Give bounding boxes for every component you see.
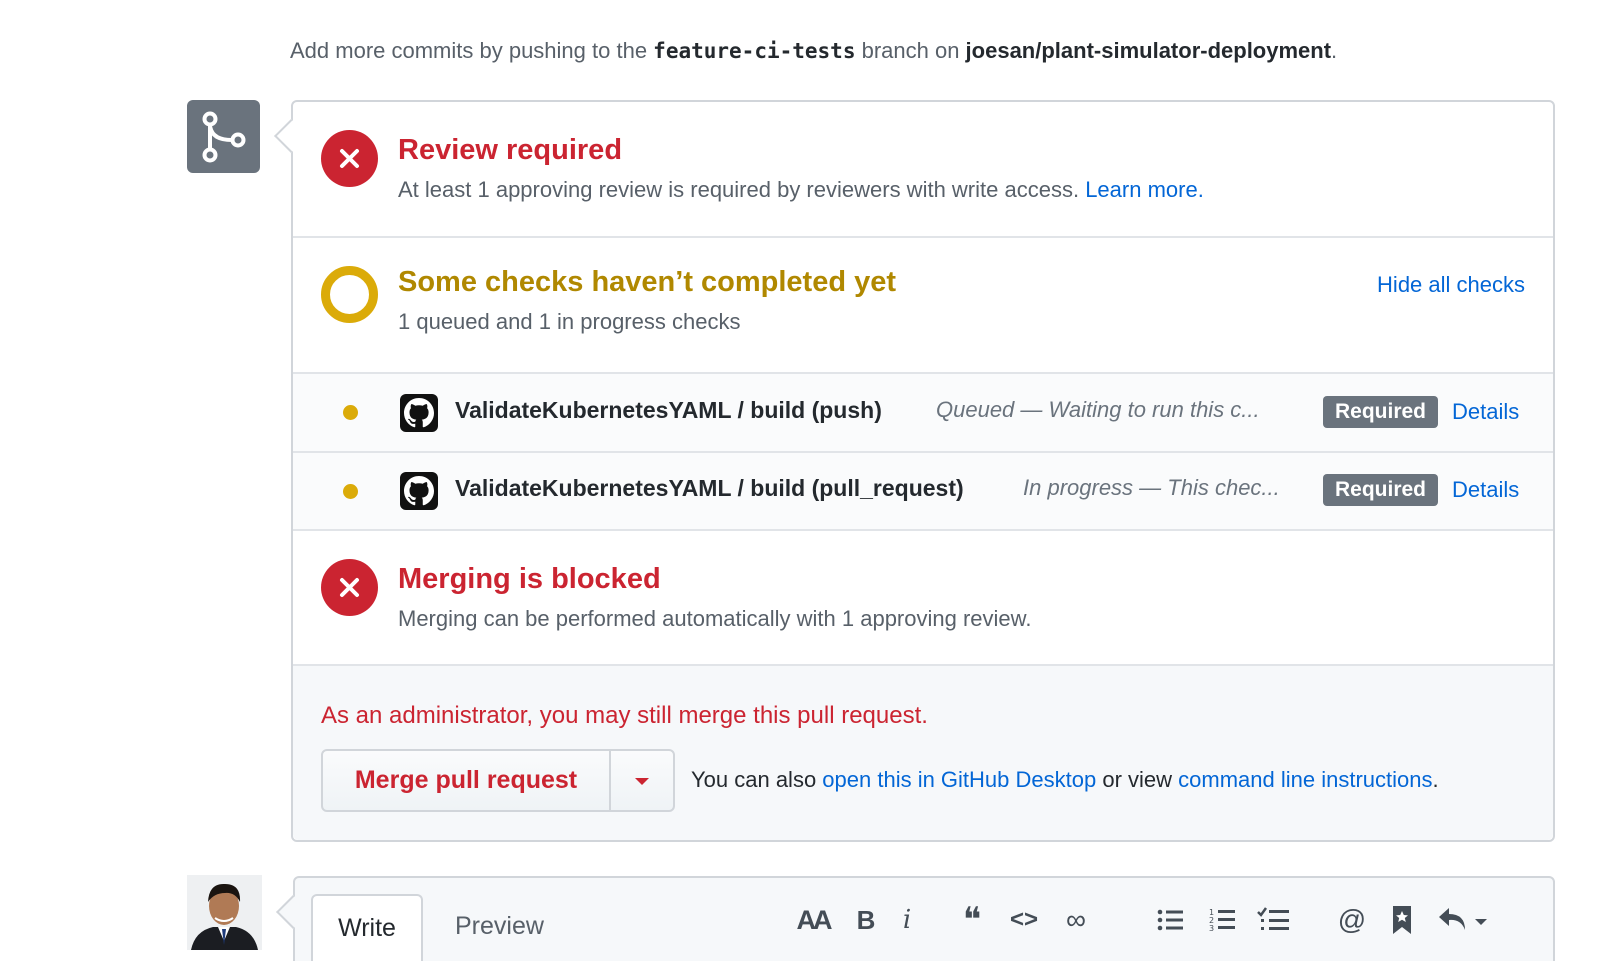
- pending-dot-icon: [343, 405, 358, 420]
- tab-preview[interactable]: Preview: [455, 912, 544, 941]
- admin-merge-section: As an administrator, you may still merge…: [293, 666, 1553, 840]
- comment-editor: Write Preview AA B i ❝ <> ∞ 123 @: [276, 876, 1555, 961]
- hide-all-checks-link[interactable]: Hide all checks: [1377, 272, 1525, 298]
- link-icon[interactable]: ∞: [1059, 900, 1093, 940]
- review-required-title: Review required: [398, 134, 623, 166]
- pending-ring-icon: [321, 266, 378, 323]
- task-list-icon[interactable]: [1253, 900, 1293, 940]
- review-required-section: Review required At least 1 approving rev…: [293, 102, 1553, 238]
- git-merge-icon: [187, 100, 260, 173]
- check-row: ValidateKubernetesYAML / build (pull_req…: [293, 453, 1553, 531]
- caret-down-icon: [635, 778, 649, 785]
- checks-desc: 1 queued and 1 in progress checks: [398, 309, 741, 334]
- check-name: ValidateKubernetesYAML / build (pull_req…: [455, 475, 964, 501]
- check-row: ValidateKubernetesYAML / build (push) Qu…: [293, 374, 1553, 453]
- avatar[interactable]: [187, 875, 262, 950]
- required-badge: Required: [1323, 474, 1438, 506]
- checks-title: Some checks haven’t completed yet: [398, 266, 897, 298]
- github-icon: [400, 394, 438, 432]
- bookmark-icon[interactable]: [1385, 900, 1419, 940]
- review-required-desc: At least 1 approving review is required …: [398, 177, 1204, 202]
- merging-blocked-desc: Merging can be performed automatically w…: [398, 606, 1032, 631]
- command-line-link[interactable]: command line instructions: [1178, 767, 1432, 792]
- github-icon: [400, 472, 438, 510]
- checks-section: Some checks haven’t completed yet 1 queu…: [293, 238, 1553, 374]
- svg-text:3: 3: [1209, 924, 1214, 933]
- check-status: Queued — Waiting to run this c...: [936, 397, 1260, 422]
- unordered-list-icon[interactable]: [1153, 900, 1187, 940]
- details-link[interactable]: Details: [1452, 477, 1519, 503]
- details-link[interactable]: Details: [1452, 399, 1519, 425]
- merge-pull-request-button[interactable]: Merge pull request: [323, 751, 609, 810]
- x-icon: [321, 559, 378, 616]
- heading-icon[interactable]: AA: [795, 900, 833, 940]
- repo-name: joesan/plant-simulator-deployment: [965, 38, 1332, 63]
- bold-icon[interactable]: B: [851, 900, 881, 940]
- merging-blocked-section: Merging is blocked Merging can be perfor…: [293, 531, 1553, 666]
- reply-icon[interactable]: [1435, 900, 1491, 940]
- code-icon[interactable]: <>: [1007, 900, 1041, 940]
- quote-icon[interactable]: ❝: [955, 900, 989, 940]
- required-badge: Required: [1323, 396, 1438, 428]
- push-hint: Add more commits by pushing to the featu…: [290, 38, 1338, 63]
- branch-name: feature-ci-tests: [653, 39, 856, 63]
- admin-message: As an administrator, you may still merge…: [321, 702, 928, 729]
- x-icon: [321, 130, 378, 187]
- merge-options-dropdown[interactable]: [609, 751, 673, 810]
- check-name: ValidateKubernetesYAML / build (push): [455, 397, 882, 423]
- check-status: In progress — This chec...: [1023, 475, 1280, 500]
- merge-button-group: Merge pull request: [321, 749, 675, 812]
- learn-more-link[interactable]: Learn more.: [1085, 177, 1204, 202]
- ordered-list-icon[interactable]: 123: [1205, 900, 1239, 940]
- italic-icon[interactable]: i: [895, 900, 919, 940]
- github-desktop-link[interactable]: open this in GitHub Desktop: [822, 767, 1096, 792]
- merging-blocked-title: Merging is blocked: [398, 563, 661, 595]
- merge-status-box: Review required At least 1 approving rev…: [274, 100, 1555, 842]
- alternative-options: You can also open this in GitHub Desktop…: [691, 767, 1439, 792]
- mention-icon[interactable]: @: [1335, 900, 1369, 940]
- pending-dot-icon: [343, 484, 358, 499]
- tab-write[interactable]: Write: [311, 894, 423, 961]
